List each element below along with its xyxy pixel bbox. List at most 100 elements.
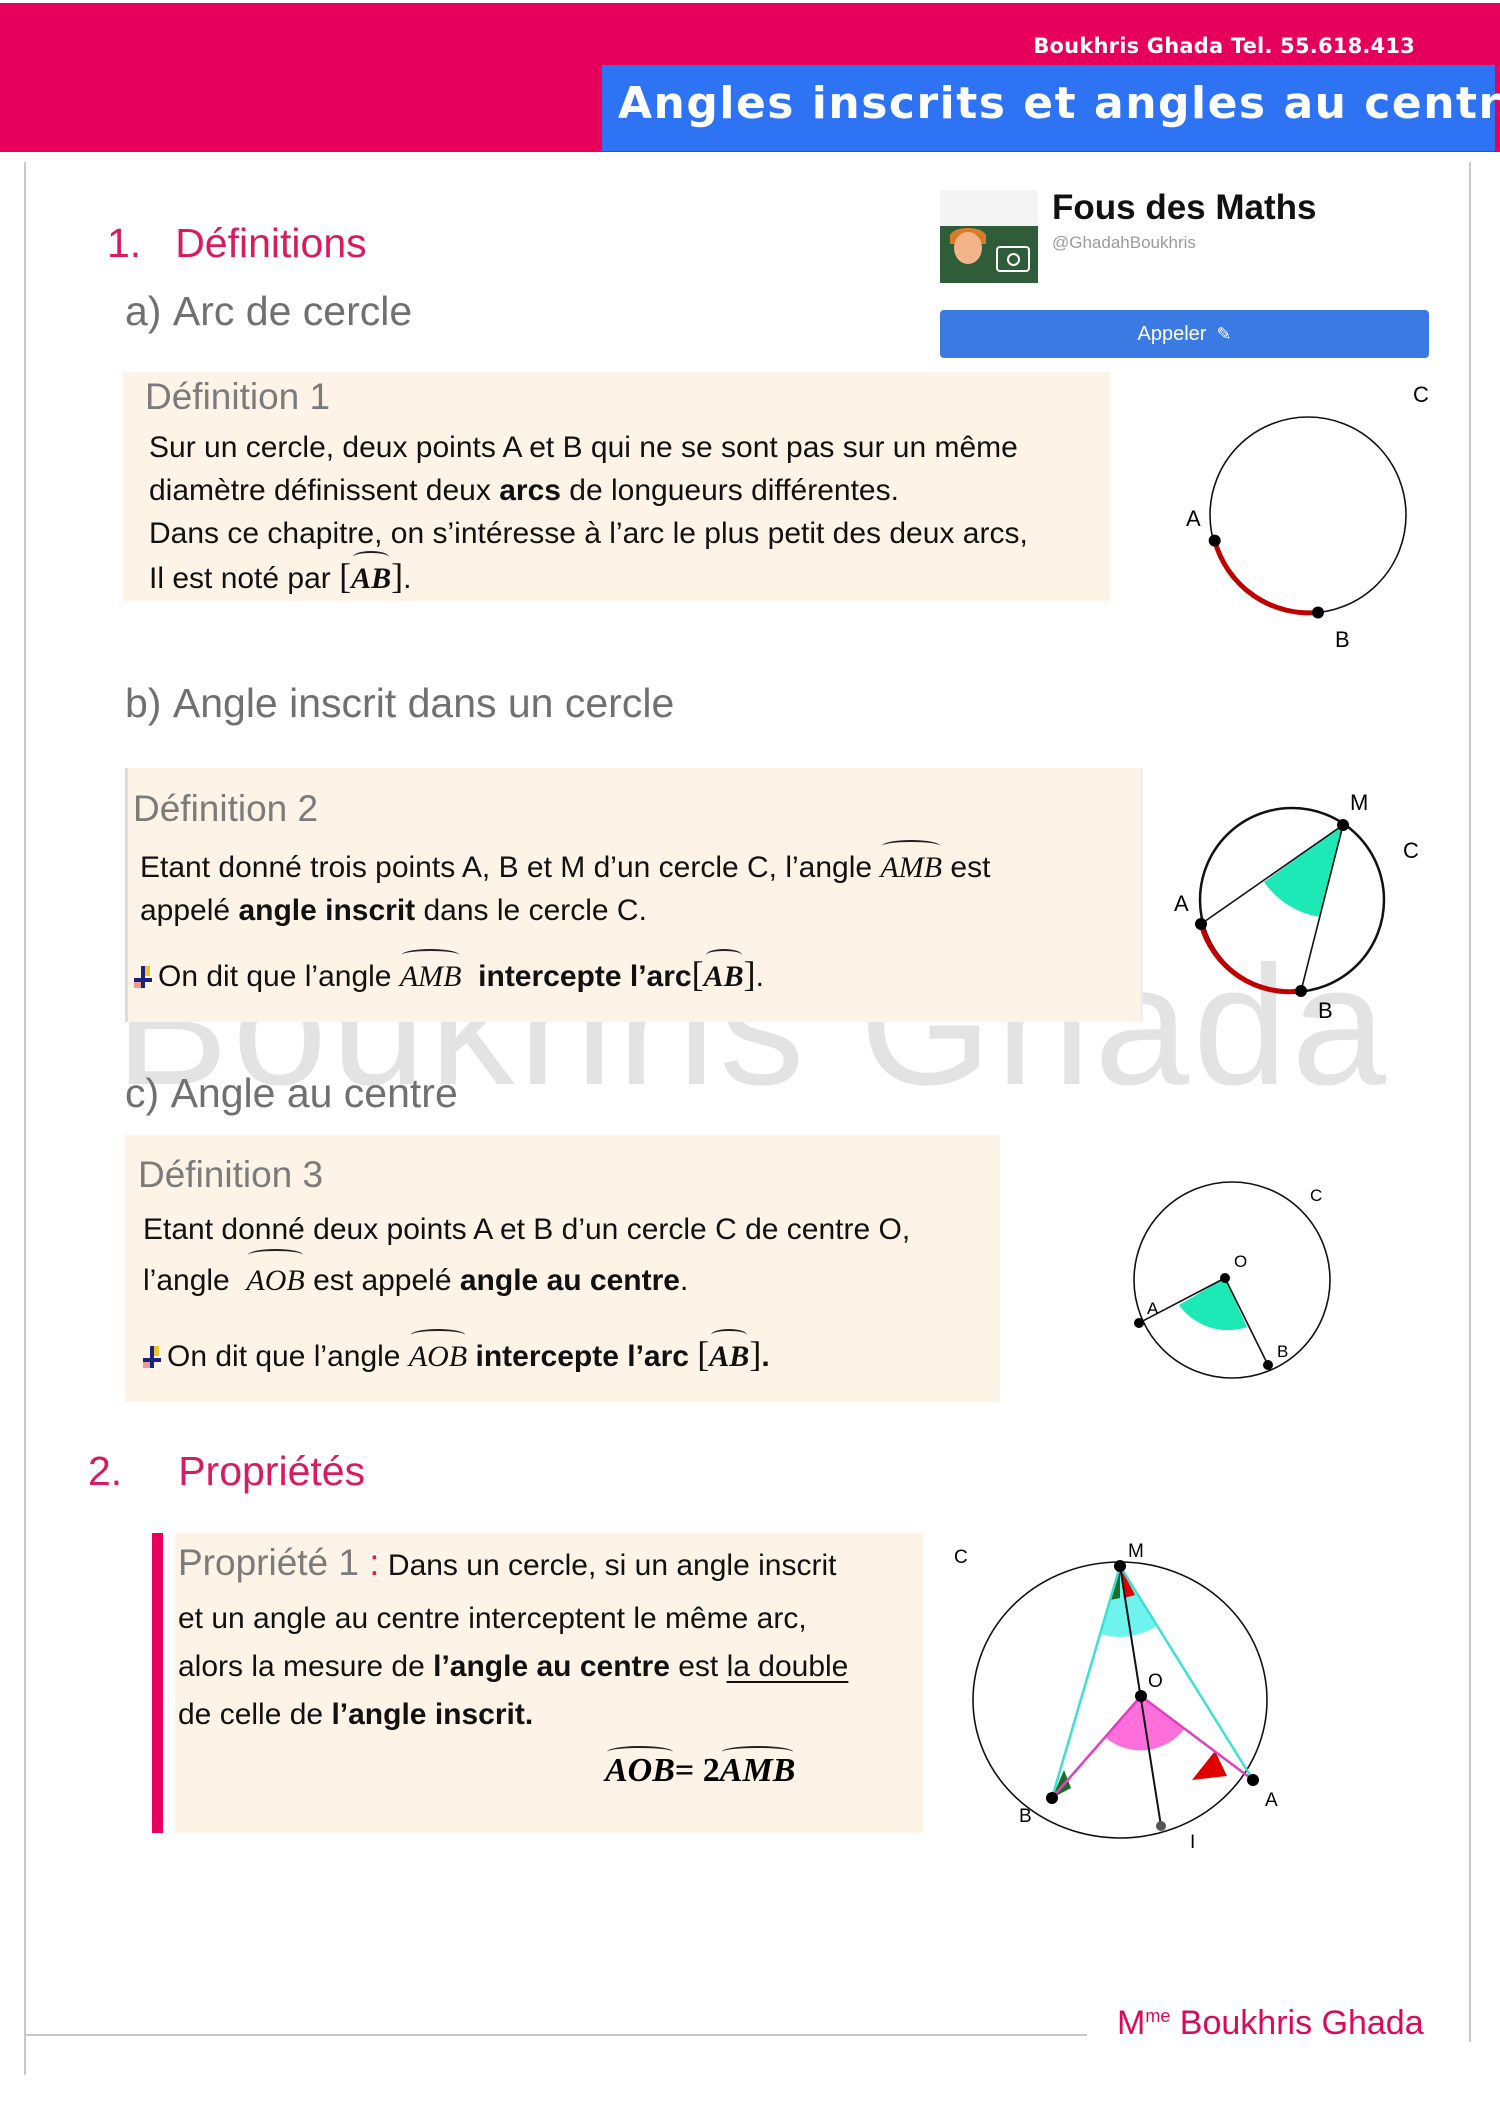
definition-1-title: Définition 1 bbox=[145, 376, 331, 417]
label-c: C bbox=[1310, 1186, 1322, 1205]
label-m: M bbox=[1350, 790, 1368, 815]
arc-ab-symbol: AB bbox=[704, 949, 744, 998]
call-button[interactable]: Appeler ✎ bbox=[940, 310, 1429, 358]
label-a: A bbox=[1265, 1790, 1278, 1811]
label-b: B bbox=[1318, 998, 1333, 1023]
segment-mb bbox=[1050, 1565, 1122, 1799]
definition-3-box: Définition 3 Etant donné deux points A e… bbox=[125, 1135, 1000, 1402]
figure-inscribed-angle: A B M C bbox=[1174, 790, 1419, 1023]
definition-2-note: On dit que l’angle AMB intercepte l’arc[… bbox=[134, 949, 764, 998]
label-c: C bbox=[1413, 382, 1429, 407]
point-m bbox=[1337, 819, 1349, 831]
label-i: I bbox=[1190, 1832, 1195, 1853]
subsection-label: a) bbox=[125, 288, 162, 334]
avatar-logo-area bbox=[940, 190, 1038, 226]
text-line: appelé angle inscrit dans le cercle C. bbox=[140, 894, 647, 927]
text-line: Dans ce chapitre, on s’intéresse à l’arc… bbox=[149, 517, 1028, 550]
angle-aob-marker bbox=[1179, 1278, 1247, 1331]
definition-3-note: On dit que l’angle AOB intercepte l’arc … bbox=[143, 1329, 770, 1378]
label-b: B bbox=[1335, 627, 1350, 652]
angle-aob-symbol: AOB bbox=[246, 1249, 305, 1306]
point-b bbox=[1295, 985, 1307, 997]
definition-2-text: Etant donné trois points A, B et M d’un … bbox=[140, 840, 990, 932]
text-line: l’angle AOB est appelé angle au centre. bbox=[143, 1249, 910, 1306]
footer-signature: Mme Boukhris Ghada bbox=[1117, 2004, 1424, 2042]
text-line: et un angle au centre interceptent le mê… bbox=[178, 1602, 807, 1635]
definition-3-text: Etant donné deux points A et B d’un cerc… bbox=[143, 1204, 910, 1306]
angle-aob-symbol: AOB bbox=[409, 1329, 467, 1378]
figure-central-angle: A B O C bbox=[1133, 1181, 1331, 1379]
point-a bbox=[1247, 1774, 1259, 1786]
section-heading-definitions: 1. Définitions bbox=[107, 220, 367, 267]
arc-ab bbox=[1212, 539, 1319, 616]
header-contact: Boukhris Ghada Tel. 55.618.413 bbox=[1033, 34, 1415, 58]
label-m: M bbox=[1128, 1541, 1144, 1562]
figure-property-circle: M O A B I C bbox=[954, 1541, 1278, 1853]
avatar-face bbox=[954, 232, 982, 264]
page-avatar[interactable] bbox=[940, 190, 1038, 283]
definition-2-box: Définition 2 Etant donné trois points A,… bbox=[125, 768, 1143, 1022]
angle-aob-symbol: AOB bbox=[605, 1746, 675, 1790]
point-a bbox=[1208, 534, 1221, 547]
subsection-label: b) bbox=[125, 680, 162, 726]
angle-amb-symbol: AMB bbox=[400, 949, 461, 998]
property-accent-bar bbox=[152, 1533, 163, 1833]
property-1-title: Propriété 1 bbox=[178, 1542, 359, 1583]
section-number: 1. bbox=[107, 220, 142, 266]
pencil-icon: ✎ bbox=[1216, 323, 1232, 344]
bullet-icon bbox=[134, 966, 152, 988]
point-a bbox=[1195, 918, 1207, 930]
left-page-border bbox=[24, 162, 26, 2075]
subsection-heading-central-angle: c) Angle au centre bbox=[125, 1070, 458, 1117]
section-number: 2. bbox=[88, 1448, 123, 1494]
label-a: A bbox=[1174, 891, 1189, 916]
property-1-formula: AOB = 2 AMB bbox=[605, 1746, 795, 1790]
point-b bbox=[1046, 1792, 1058, 1804]
property-1-text: Propriété 1 : Dans un cercle, si un angl… bbox=[178, 1539, 848, 1739]
figure-arc-circle: A B C bbox=[1186, 382, 1429, 652]
circle-c bbox=[1133, 1181, 1331, 1379]
angle-amb-symbol: AMB bbox=[720, 1746, 795, 1790]
footer-divider bbox=[24, 2034, 1087, 2036]
definition-1-text: Sur un cercle, deux points A et B qui ne… bbox=[149, 426, 1028, 600]
point-b bbox=[1312, 606, 1324, 619]
label-b: B bbox=[1277, 1342, 1288, 1361]
label-a: A bbox=[1186, 506, 1201, 531]
section-heading-properties: 2. Propriétés bbox=[88, 1448, 365, 1495]
definition-1-box: Définition 1 Sur un cercle, deux points … bbox=[123, 372, 1110, 601]
label-o: O bbox=[1234, 1252, 1247, 1271]
definition-2-title: Définition 2 bbox=[133, 788, 319, 829]
text-line: Etant donné trois points A, B et M d’un … bbox=[140, 840, 990, 889]
camera-icon[interactable] bbox=[996, 246, 1030, 272]
point-i bbox=[1156, 1821, 1166, 1831]
text-line: Il est noté par [AB]. bbox=[149, 551, 1028, 600]
bullet-icon bbox=[143, 1346, 161, 1368]
subsection-title: Angle inscrit dans un cercle bbox=[172, 680, 675, 726]
label-a: A bbox=[1147, 1299, 1159, 1318]
text-line: de celle de l’angle inscrit. bbox=[178, 1698, 534, 1731]
label-o: O bbox=[1148, 1671, 1163, 1692]
page-title: Angles inscrits et angles au centre bbox=[618, 78, 1500, 129]
social-page-name[interactable]: Fous des Maths bbox=[1052, 188, 1316, 228]
text-line: Propriété 1 : Dans un cercle, si un angl… bbox=[178, 1542, 837, 1583]
angle-amb-symbol: AMB bbox=[880, 840, 942, 889]
subsection-title: Angle au centre bbox=[170, 1070, 458, 1116]
point-o bbox=[1135, 1690, 1147, 1702]
arc-ab-symbol: AB bbox=[709, 1329, 749, 1378]
point-a bbox=[1134, 1318, 1144, 1328]
arc-ab-symbol: AB bbox=[351, 551, 391, 600]
property-1-box: Propriété 1 : Dans un cercle, si un angl… bbox=[175, 1533, 923, 1833]
point-b bbox=[1263, 1360, 1273, 1370]
section-title: Définitions bbox=[175, 220, 367, 266]
label-b: B bbox=[1019, 1806, 1032, 1827]
text-line: diamètre définissent deux arcs de longue… bbox=[149, 474, 899, 507]
subsection-title: Arc de cercle bbox=[172, 288, 413, 334]
subsection-label: c) bbox=[125, 1070, 160, 1116]
text-line: Etant donné deux points A et B d’un cerc… bbox=[143, 1213, 911, 1246]
social-handle: @GhadahBoukhris bbox=[1052, 233, 1196, 252]
right-page-border bbox=[1469, 162, 1471, 2042]
arc-ab bbox=[1198, 923, 1302, 995]
call-button-label: Appeler bbox=[1137, 322, 1207, 345]
subsection-heading-arc: a) Arc de cercle bbox=[125, 288, 412, 335]
section-title: Propriétés bbox=[178, 1448, 366, 1494]
